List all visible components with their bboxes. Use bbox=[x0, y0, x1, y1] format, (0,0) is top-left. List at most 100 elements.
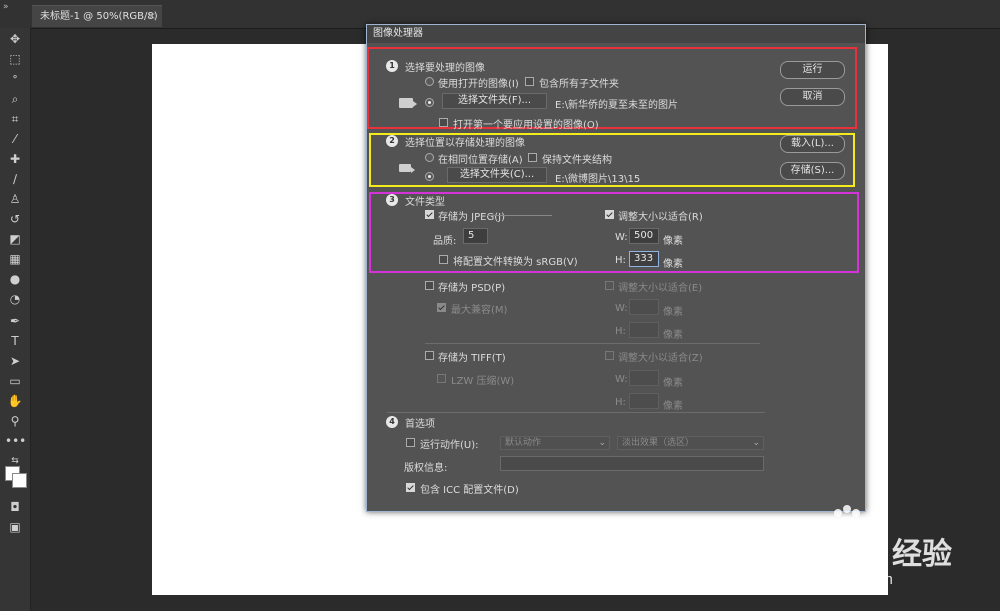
pen-tool-icon[interactable]: ✒ bbox=[5, 312, 25, 330]
save-as-tiff-checkbox[interactable] bbox=[425, 351, 434, 360]
close-tab-icon[interactable]: × bbox=[148, 6, 156, 28]
source-folder-path: E:\新华侨的夏至未至的图片 bbox=[555, 100, 679, 111]
keep-folder-structure-checkbox[interactable] bbox=[528, 153, 537, 162]
run-button[interactable]: 运行 bbox=[780, 61, 845, 79]
blur-tool-icon[interactable]: ● bbox=[5, 270, 25, 288]
history-brush-tool-icon[interactable]: ↺ bbox=[5, 210, 25, 228]
psd-resize-label: 调整大小以适合(E) bbox=[618, 283, 703, 294]
section3-number: 3 bbox=[386, 194, 398, 206]
watermark-brand: Bai du bbox=[768, 525, 885, 566]
quick-select-tool-icon[interactable]: ⌕ bbox=[5, 90, 25, 108]
dest-folder-path: E:\微博图片\13\15 bbox=[555, 174, 641, 185]
max-compat-checkbox[interactable] bbox=[437, 303, 446, 312]
jpeg-width-label: W: bbox=[615, 232, 628, 243]
baidu-watermark: Bai du 经验 jingyan.baidu.com bbox=[760, 505, 1000, 605]
screen-mode-icon[interactable]: ▣ bbox=[5, 518, 25, 536]
open-first-image-label: 打开第一个要应用设置的图像(O) bbox=[453, 120, 599, 131]
action-set-select[interactable]: 默认动作 ⌄ bbox=[500, 436, 610, 450]
save-button[interactable]: 存储(S)... bbox=[780, 162, 845, 180]
copyright-label: 版权信息: bbox=[404, 463, 448, 474]
action-set-value: 默认动作 bbox=[505, 438, 542, 448]
save-as-psd-label: 存储为 PSD(P) bbox=[438, 283, 506, 294]
select-dest-folder-button[interactable]: 选择文件夹(C)... bbox=[447, 167, 547, 183]
psd-tiff-separator bbox=[425, 343, 760, 344]
tiff-height-label: H: bbox=[615, 397, 626, 408]
lasso-tool-icon[interactable]: ᐤ bbox=[5, 70, 25, 88]
chevron-down-icon: ⌄ bbox=[752, 438, 760, 448]
brush-tool-icon[interactable]: ∕ bbox=[5, 170, 25, 188]
psd-width-unit: 像素 bbox=[663, 307, 683, 318]
section4-separator bbox=[387, 412, 765, 413]
dodge-tool-icon[interactable]: ◔ bbox=[5, 290, 25, 308]
include-subfolders-checkbox[interactable] bbox=[525, 77, 534, 86]
zoom-tool-icon[interactable]: ⚲ bbox=[5, 412, 25, 430]
folder-icon bbox=[399, 98, 417, 108]
background-color-swatch[interactable] bbox=[12, 473, 27, 488]
tiff-width-unit: 像素 bbox=[663, 378, 683, 389]
quality-input[interactable]: 5 bbox=[463, 228, 488, 244]
type-tool-icon[interactable]: T bbox=[5, 332, 25, 350]
save-as-psd-checkbox[interactable] bbox=[425, 281, 434, 290]
psd-resize-checkbox[interactable] bbox=[605, 281, 614, 290]
save-same-location-label: 在相同位置存储(A) bbox=[438, 155, 523, 166]
chevron-down-icon: ⌄ bbox=[598, 438, 606, 448]
jpeg-height-input[interactable]: 333 bbox=[629, 251, 659, 267]
tiff-resize-checkbox[interactable] bbox=[605, 351, 614, 360]
psd-height-label: H: bbox=[615, 326, 626, 337]
keep-folder-structure-label: 保持文件夹结构 bbox=[542, 155, 612, 166]
jpeg-resize-label: 调整大小以适合(R) bbox=[618, 212, 703, 223]
rectangle-tool-icon[interactable]: ▭ bbox=[5, 372, 25, 390]
crop-tool-icon[interactable]: ⌗ bbox=[5, 110, 25, 128]
psd-height-input[interactable] bbox=[629, 322, 659, 338]
include-icc-label: 包含 ICC 配置文件(D) bbox=[420, 485, 519, 496]
marquee-tool-icon[interactable]: ⬚ bbox=[5, 50, 25, 68]
hand-tool-icon[interactable]: ✋ bbox=[5, 392, 25, 410]
include-icc-checkbox[interactable] bbox=[406, 483, 415, 492]
max-compat-label: 最大兼容(M) bbox=[451, 305, 508, 316]
watermark-brand-cn: 经验 bbox=[892, 537, 952, 572]
path-selection-tool-icon[interactable]: ➤ bbox=[5, 352, 25, 370]
action-value: 淡出效果（选区） bbox=[622, 438, 695, 448]
jpeg-width-input[interactable]: 500 bbox=[629, 228, 659, 244]
tiff-height-unit: 像素 bbox=[663, 401, 683, 412]
lzw-label: LZW 压缩(W) bbox=[451, 376, 515, 387]
jpeg-height-unit: 像素 bbox=[663, 259, 683, 270]
save-as-jpeg-checkbox[interactable] bbox=[425, 210, 434, 219]
jpeg-separator bbox=[487, 215, 552, 216]
psd-width-input[interactable] bbox=[629, 299, 659, 315]
clone-stamp-tool-icon[interactable]: ♙ bbox=[5, 190, 25, 208]
action-select[interactable]: 淡出效果（选区） ⌄ bbox=[617, 436, 764, 450]
select-folder-radio[interactable] bbox=[425, 98, 434, 107]
select-folder-button[interactable]: 选择文件夹(F)... bbox=[442, 93, 547, 109]
save-same-location-radio[interactable] bbox=[425, 153, 434, 162]
jpeg-width-unit: 像素 bbox=[663, 236, 683, 247]
tiff-resize-label: 调整大小以适合(Z) bbox=[618, 353, 703, 364]
quick-mask-icon[interactable]: ◘ bbox=[5, 498, 25, 516]
psd-width-label: W: bbox=[615, 303, 628, 314]
lzw-checkbox[interactable] bbox=[437, 374, 446, 383]
jpeg-resize-checkbox[interactable] bbox=[605, 210, 614, 219]
cancel-button[interactable]: 取消 bbox=[780, 88, 845, 106]
quality-label: 品质: bbox=[433, 236, 457, 247]
open-first-image-checkbox[interactable] bbox=[439, 118, 448, 127]
eraser-tool-icon[interactable]: ◩ bbox=[5, 230, 25, 248]
more-tools-icon[interactable]: ••• bbox=[5, 432, 26, 450]
load-button[interactable]: 载入(L)... bbox=[780, 135, 845, 153]
use-open-images-radio[interactable] bbox=[425, 77, 434, 86]
copyright-input[interactable] bbox=[500, 456, 764, 471]
gradient-tool-icon[interactable]: ▦ bbox=[5, 250, 25, 268]
section4-heading: 首选项 bbox=[405, 419, 435, 430]
run-action-label: 运行动作(U): bbox=[420, 440, 479, 451]
convert-srgb-checkbox[interactable] bbox=[439, 255, 448, 264]
dialog-title: 图像处理器 bbox=[367, 25, 865, 43]
move-tool-icon[interactable]: ✥ bbox=[5, 30, 25, 48]
document-tab[interactable]: 未标题-1 @ 50%(RGB/8) × bbox=[32, 5, 162, 27]
tiff-width-input[interactable] bbox=[629, 370, 659, 386]
tiff-height-input[interactable] bbox=[629, 393, 659, 409]
collapse-panels-icon[interactable]: » bbox=[3, 2, 9, 12]
run-action-checkbox[interactable] bbox=[406, 438, 415, 447]
select-dest-folder-radio[interactable] bbox=[425, 172, 434, 181]
healing-brush-tool-icon[interactable]: ✚ bbox=[5, 150, 25, 168]
eyedropper-tool-icon[interactable]: ⁄ bbox=[5, 130, 25, 148]
section3-heading: 文件类型 bbox=[405, 197, 445, 208]
